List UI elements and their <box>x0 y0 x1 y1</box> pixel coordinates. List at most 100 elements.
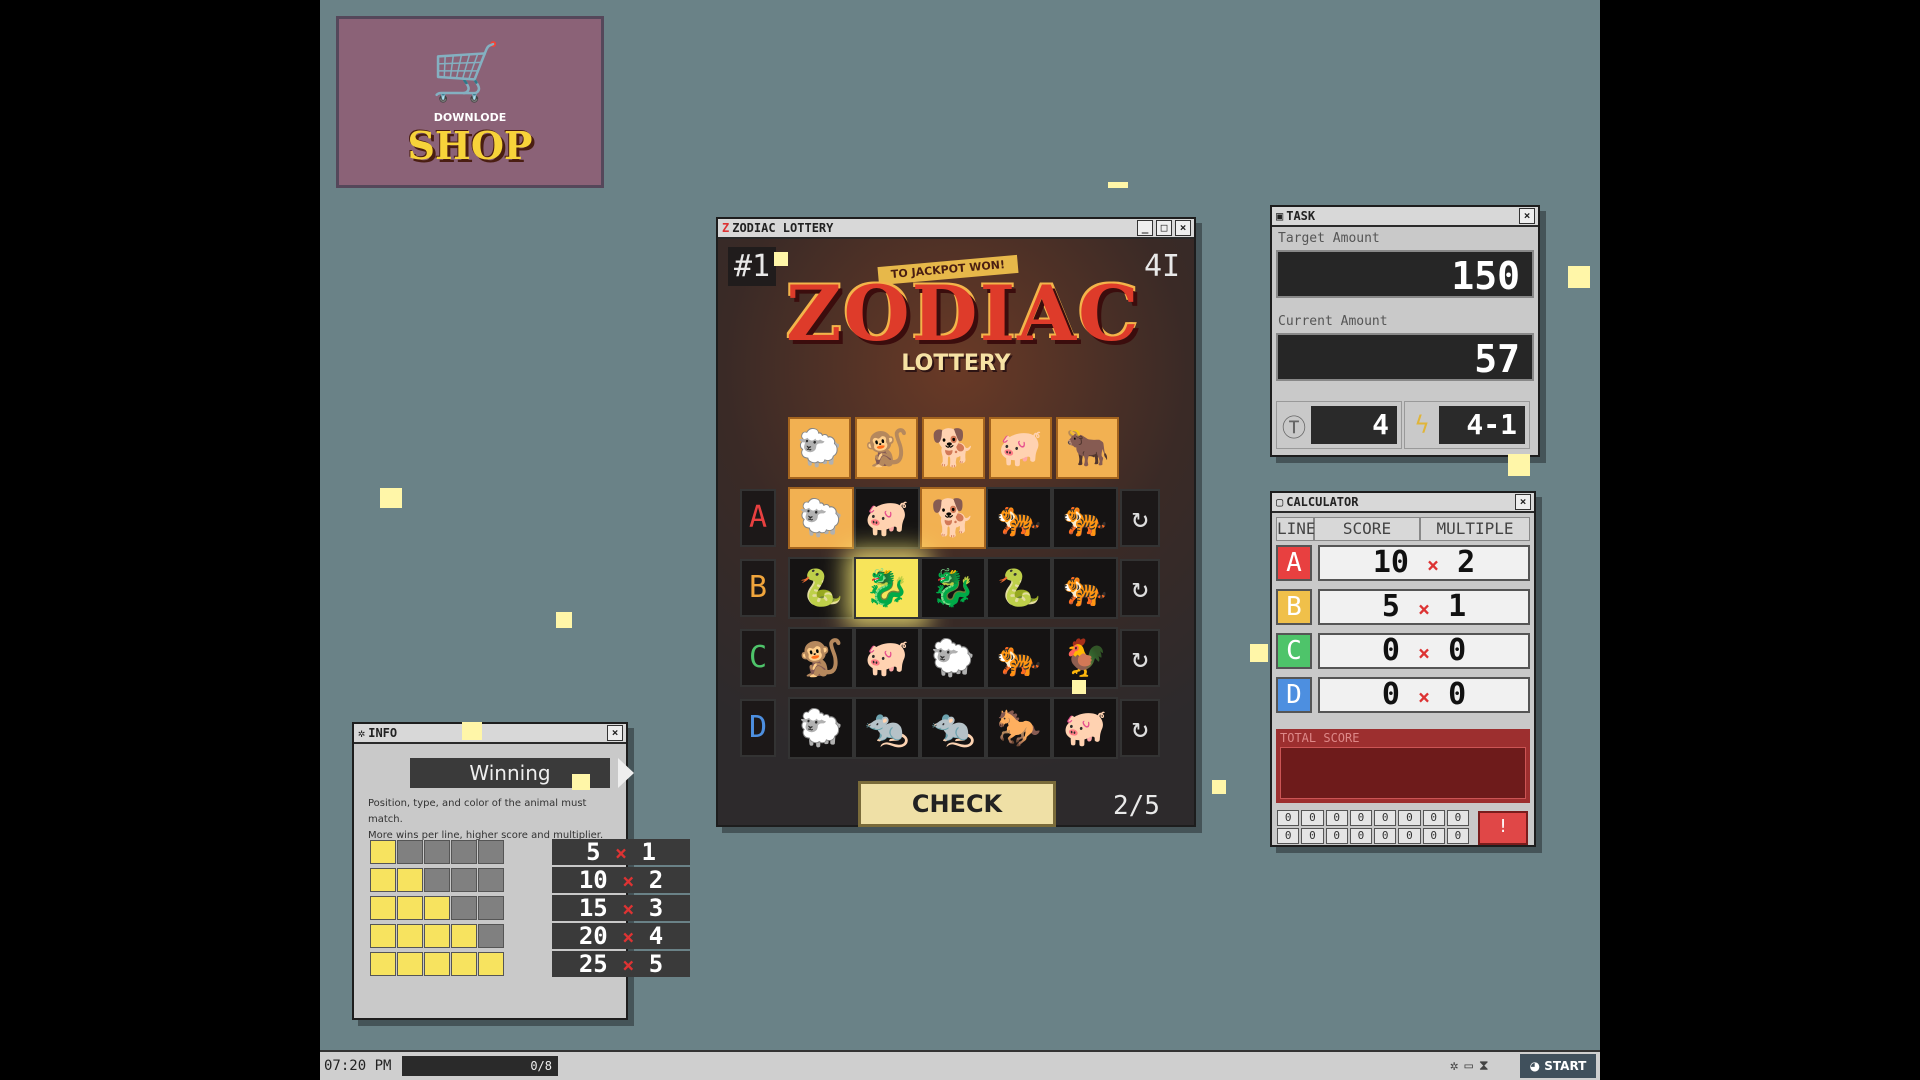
cell-d1-sheep-icon: 🐑 <box>788 697 854 759</box>
calc-line-a: A <box>1276 545 1312 581</box>
reroll-b-icon[interactable]: ↻ <box>1120 559 1160 617</box>
calculator-close-button[interactable]: × <box>1515 494 1531 510</box>
minimize-button[interactable]: _ <box>1137 220 1153 236</box>
calc-score-a: 10 <box>1372 545 1409 580</box>
digit: 0 <box>1446 810 1469 826</box>
calc-row-a: A 10 × 2 <box>1276 545 1530 583</box>
reroll-d-icon[interactable]: ↻ <box>1120 699 1160 757</box>
calc-row-b: B 5 × 1 <box>1276 589 1530 627</box>
col-line: LINE <box>1276 517 1316 541</box>
clock: 07:20 PM <box>324 1058 392 1074</box>
win-pip <box>478 868 504 892</box>
top-right-indicator: 4I <box>1144 249 1181 284</box>
task-window: ▣ TASK × Target Amount 150 Current Amoun… <box>1270 205 1540 457</box>
task-stats: Ⓣ 4 ϟ 4-1 <box>1276 401 1532 449</box>
win-pip <box>424 868 450 892</box>
calc-value-c: 0 × 0 <box>1318 633 1530 669</box>
digit: 0 <box>1301 828 1324 844</box>
maximize-button[interactable]: □ <box>1156 220 1172 236</box>
monitor-icon[interactable]: ▭ <box>1464 1058 1472 1074</box>
payout-score: 15 <box>578 894 608 922</box>
alert-icon: ! <box>1497 816 1509 837</box>
payout-value: 25 × 5 <box>552 951 690 977</box>
task-icon: ▣ <box>1276 209 1284 223</box>
next-page-arrow-icon[interactable] <box>618 758 634 788</box>
reroll-a-icon[interactable]: ↻ <box>1120 489 1160 547</box>
calculator-titlebar: ▢ CALCULATOR × <box>1272 493 1534 513</box>
multiply-icon: × <box>622 925 635 949</box>
calc-row-c: C 0 × 0 <box>1276 633 1530 671</box>
payout-row: 20 × 4 <box>370 922 690 950</box>
win-pip <box>451 896 477 920</box>
calculate-alert-button[interactable]: ! <box>1478 811 1528 845</box>
calc-line-c: C <box>1276 633 1312 669</box>
cell-a1-sheep-icon: 🐑 <box>788 487 854 549</box>
win-pip <box>370 924 396 948</box>
payout-row: 10 × 2 <box>370 866 690 894</box>
stage-value: 4-1 <box>1439 406 1525 444</box>
calc-score-d: 0 <box>1381 677 1400 712</box>
win-pip <box>478 896 504 920</box>
cell-c4-tiger-icon: 🐅 <box>986 627 1052 689</box>
shop-shortcut[interactable]: 🛒 DOWNLODE SHOP <box>336 16 604 188</box>
multiply-icon: × <box>622 953 635 977</box>
target-pig-icon: 🐖 <box>989 417 1052 479</box>
cell-d5-pig-icon: 🐖 <box>1052 697 1118 759</box>
payout-score: 25 <box>578 950 608 978</box>
multiply-icon: × <box>622 897 635 921</box>
digit: 0 <box>1349 828 1372 844</box>
lottery-logo-sub: LOTTERY <box>901 351 1011 376</box>
info-close-button[interactable]: × <box>607 725 623 741</box>
lottery-board: #1 4I TO JACKPOT WON! ZODIAC LOTTERY 🐑 🐒… <box>718 239 1194 827</box>
check-button[interactable]: CHECK <box>858 781 1056 827</box>
sparkle <box>556 612 572 628</box>
row-label-c: C <box>740 629 776 687</box>
gear-icon: ✲ <box>358 726 366 740</box>
multiply-icon: × <box>1427 553 1440 577</box>
win-pip <box>397 952 423 976</box>
total-score-panel: TOTAL SCORE <box>1276 729 1530 803</box>
win-pip <box>397 868 423 892</box>
tickets-value: 4 <box>1311 406 1397 444</box>
row-label-d: D <box>740 699 776 757</box>
shop-label: SHOP <box>407 123 533 168</box>
win-pip <box>451 840 477 864</box>
payout-row: 5 × 1 <box>370 838 690 866</box>
zodiac-logo: ZODIAC <box>786 269 1141 358</box>
start-button[interactable]: ◕ START <box>1520 1054 1596 1078</box>
reroll-c-icon[interactable]: ↻ <box>1120 629 1160 687</box>
row-label-b: B <box>740 559 776 617</box>
tickets-stat: Ⓣ 4 <box>1276 401 1402 449</box>
taskbar-progress: 0/8 <box>402 1056 558 1076</box>
win-pip <box>451 868 477 892</box>
sparkle <box>1072 680 1086 694</box>
sparkle <box>1568 266 1590 288</box>
calculator-window: ▢ CALCULATOR × LINE SCORE MULTIPLE A 10 … <box>1270 491 1536 847</box>
calc-row-d: D 0 × 0 <box>1276 677 1530 715</box>
cell-a5-tiger-icon: 🐅 <box>1052 487 1118 549</box>
digit: 0 <box>1374 810 1397 826</box>
digit: 0 <box>1374 828 1397 844</box>
payout-score: 20 <box>578 922 608 950</box>
close-button[interactable]: × <box>1175 220 1191 236</box>
digit: 0 <box>1325 810 1348 826</box>
hourglass-icon[interactable]: ⧗ <box>1479 1058 1489 1074</box>
win-pip <box>424 896 450 920</box>
cell-c1-monkey-icon: 🐒 <box>788 627 854 689</box>
payout-value: 5 × 1 <box>552 839 690 865</box>
win-pip <box>370 896 396 920</box>
info-header: Winning <box>410 758 634 788</box>
target-dog-icon: 🐕 <box>922 417 985 479</box>
payout-row: 15 × 3 <box>370 894 690 922</box>
cell-b4-snake-icon: 🐍 <box>986 557 1052 619</box>
task-close-button[interactable]: × <box>1519 208 1535 224</box>
shopping-cart-icon: 🛒 <box>431 40 501 105</box>
sparkle <box>774 252 788 266</box>
calc-score-b: 5 <box>1381 589 1400 624</box>
total-score-label: TOTAL SCORE <box>1280 731 1360 745</box>
digit: 0 <box>1398 810 1421 826</box>
settings-icon[interactable]: ✲ <box>1450 1058 1458 1074</box>
cell-c2-pig-icon: 🐖 <box>854 627 920 689</box>
win-pip <box>397 924 423 948</box>
payout-row: 25 × 5 <box>370 950 690 978</box>
